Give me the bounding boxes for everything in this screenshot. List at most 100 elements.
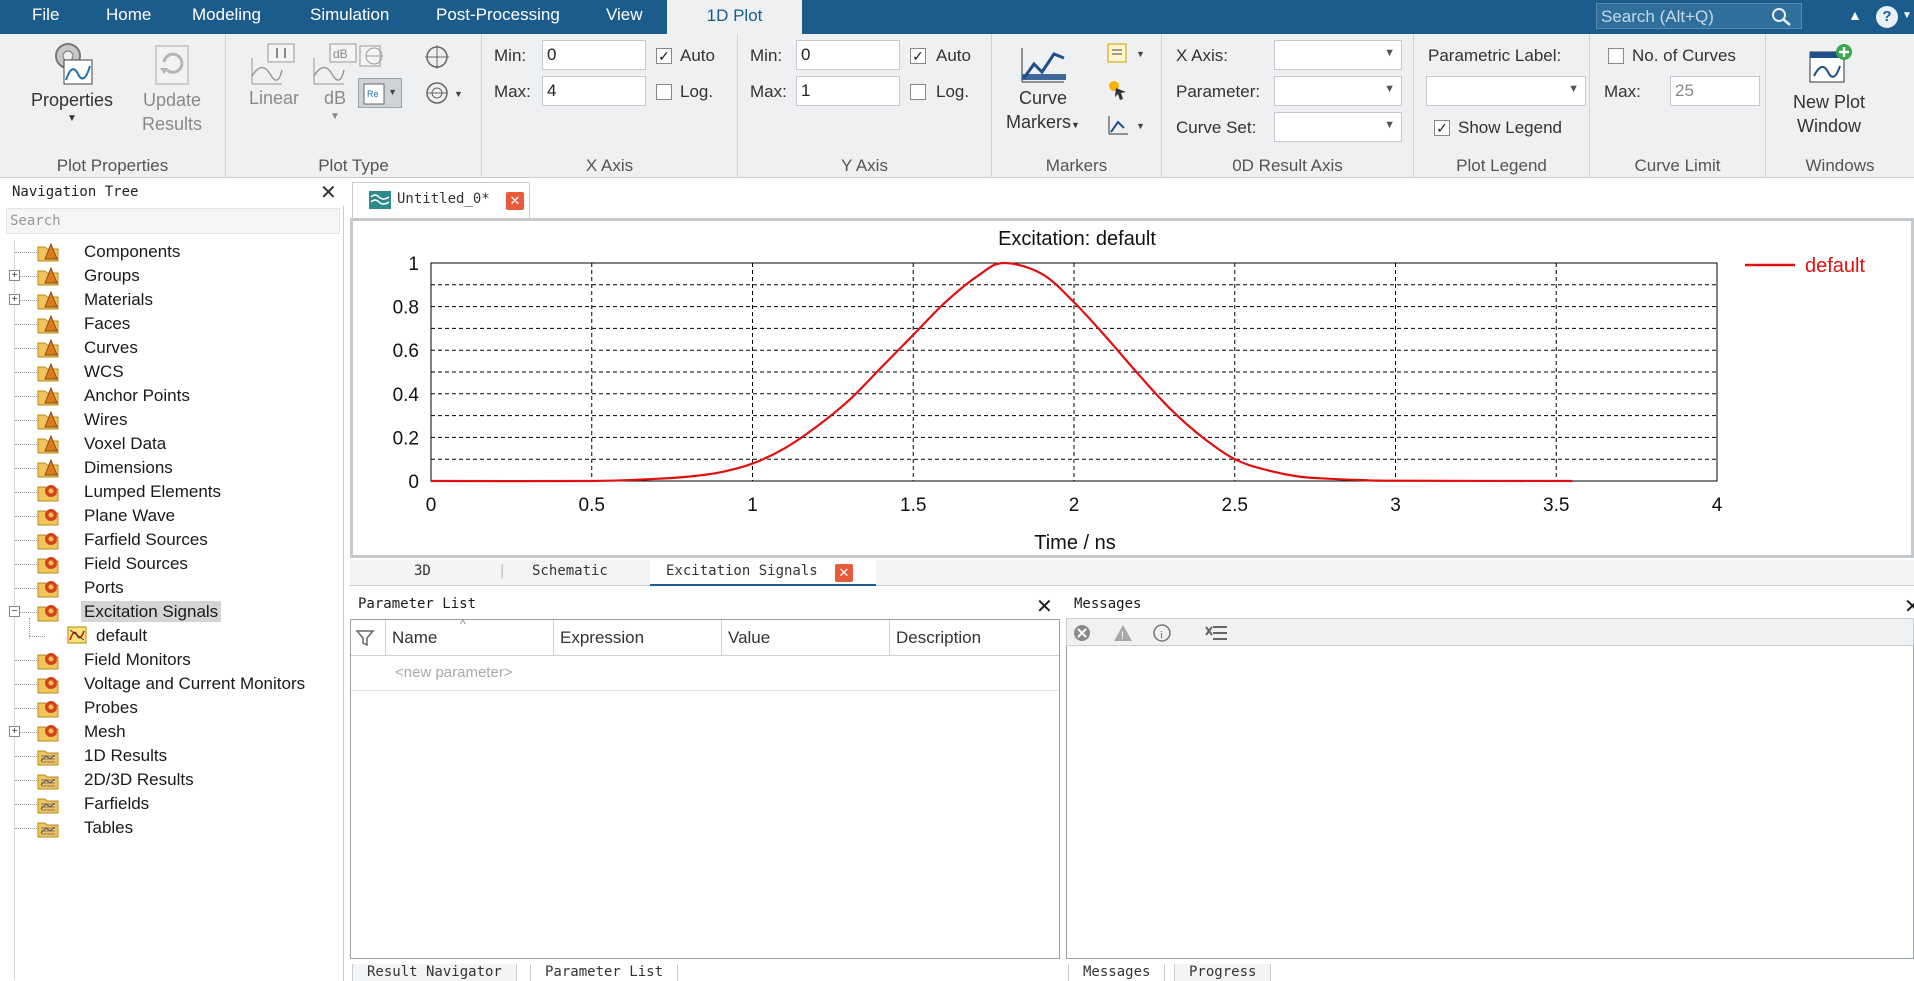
column-description[interactable]: Description: [889, 620, 1059, 656]
close-icon[interactable]: ✕: [835, 564, 853, 582]
curve-set-combo[interactable]: ▼: [1274, 112, 1402, 142]
menu-tab-post-processing[interactable]: Post-Processing: [426, 0, 570, 34]
parametric-label-combo[interactable]: ▼: [1426, 76, 1586, 106]
tab-parameter-list[interactable]: Parameter List: [530, 964, 679, 981]
x-max-input[interactable]: 4: [542, 76, 646, 106]
view-tab-bar: 3D | Schematic Excitation Signals ✕: [350, 560, 1914, 586]
tree-item-voxel-data[interactable]: Voxel Data: [37, 432, 169, 456]
y-max-input[interactable]: 1: [796, 76, 900, 106]
close-icon[interactable]: ✕: [320, 180, 337, 205]
polar-plot-icon[interactable]: [358, 44, 386, 70]
tree-item-excitation-signals[interactable]: Excitation Signals: [37, 600, 222, 624]
tree-item-lumped-elements[interactable]: Lumped Elements: [37, 480, 224, 504]
clear-messages-icon[interactable]: [1205, 624, 1229, 642]
y-log-checkbox[interactable]: [910, 84, 926, 100]
curve-max-input[interactable]: 25: [1670, 76, 1760, 106]
tree-item-mesh[interactable]: Mesh: [37, 720, 129, 744]
target-icon[interactable]: ▼: [424, 80, 464, 106]
parameter-table-header: Name ^ Expression Value Description: [351, 617, 1059, 656]
collapse-icon[interactable]: −: [9, 606, 20, 617]
help-icon[interactable]: ?: [1876, 6, 1898, 28]
tab-3d[interactable]: 3D: [414, 563, 431, 579]
properties-button[interactable]: Properties ▼: [20, 40, 124, 126]
menu-tab-modeling[interactable]: Modeling: [182, 0, 271, 34]
tab-result-navigator[interactable]: Result Navigator: [352, 964, 517, 981]
filter-icon[interactable]: [355, 628, 375, 648]
tab-messages[interactable]: Messages: [1068, 964, 1166, 981]
tree-item-anchor-points[interactable]: Anchor Points: [37, 384, 193, 408]
menu-tab-file[interactable]: File: [22, 0, 69, 34]
document-tab[interactable]: Untitled_0* ✕: [352, 182, 530, 218]
close-icon[interactable]: ✕: [1036, 594, 1053, 619]
tree-item-curves[interactable]: Curves: [37, 336, 141, 360]
column-expression[interactable]: Expression: [553, 620, 721, 656]
tab-schematic[interactable]: Schematic: [532, 563, 608, 579]
group-plot-type: Linear dB dB ▼ Re ▼ ▼ Plot Type: [226, 34, 482, 178]
expand-icon[interactable]: +: [9, 270, 20, 281]
tree-item-groups[interactable]: Groups: [37, 264, 143, 288]
tree-item-default[interactable]: default: [67, 624, 150, 648]
x-log-checkbox[interactable]: [656, 84, 672, 100]
tree-item-wcs[interactable]: WCS: [37, 360, 127, 384]
tree-item-1d-results[interactable]: 1D Results: [37, 744, 170, 768]
marker-table-icon[interactable]: ▼: [1106, 42, 1150, 66]
parameter-combo[interactable]: ▼: [1274, 76, 1402, 106]
axis-marker-icon[interactable]: ▼: [1106, 114, 1150, 138]
close-icon[interactable]: ✕: [506, 192, 524, 210]
navigation-tree-search-input[interactable]: Search: [6, 208, 340, 234]
info-filter-icon[interactable]: i: [1152, 623, 1172, 643]
warning-filter-icon[interactable]: !: [1112, 623, 1134, 643]
tree-item-materials[interactable]: Materials: [37, 288, 156, 312]
expand-icon[interactable]: +: [9, 294, 20, 305]
tab-excitation-signals[interactable]: Excitation Signals ✕: [650, 560, 876, 586]
tree-item-2d-3d-results[interactable]: 2D/3D Results: [37, 768, 197, 792]
tree-item-ports[interactable]: Ports: [37, 576, 127, 600]
search-icon[interactable]: [1771, 7, 1793, 27]
collapse-ribbon-icon[interactable]: ▲: [1848, 7, 1862, 23]
x-auto-checkbox[interactable]: ✓: [656, 48, 672, 64]
x-min-input[interactable]: 0: [542, 40, 646, 70]
folder-gear-icon: [37, 602, 59, 622]
tree-item-faces[interactable]: Faces: [37, 312, 133, 336]
menu-tab-view[interactable]: View: [596, 0, 653, 34]
no-of-curves-checkbox[interactable]: [1608, 48, 1624, 64]
show-legend-checkbox[interactable]: ✓: [1434, 120, 1450, 136]
new-plot-window-button[interactable]: New Plot Window: [1774, 42, 1884, 138]
tab-progress[interactable]: Progress: [1174, 964, 1272, 981]
chart-legend[interactable]: default: [1745, 255, 1865, 277]
tree-item-voltage-and-current-monitors[interactable]: Voltage and Current Monitors: [37, 672, 308, 696]
curve-markers-button[interactable]: Curve Markers▼: [1002, 44, 1084, 137]
search-box[interactable]: Search (Alt+Q): [1596, 3, 1802, 29]
update-results-button[interactable]: Update Results: [134, 40, 210, 136]
expand-icon[interactable]: +: [9, 726, 20, 737]
menu-tab-simulation[interactable]: Simulation: [300, 0, 399, 34]
help-dropdown-icon[interactable]: ▼: [1902, 10, 1912, 21]
smith-chart-button[interactable]: Re ▼: [358, 78, 402, 108]
menu-tab-1d-plot[interactable]: 1D Plot: [667, 0, 802, 34]
column-name[interactable]: Name ^: [385, 617, 553, 656]
column-value[interactable]: Value: [721, 620, 889, 656]
tree-item-farfields[interactable]: Farfields: [37, 792, 152, 816]
tree-item-wires[interactable]: Wires: [37, 408, 130, 432]
tree-item-farfield-sources[interactable]: Farfield Sources: [37, 528, 211, 552]
error-filter-icon[interactable]: [1072, 623, 1092, 643]
y-auto-checkbox[interactable]: ✓: [910, 48, 926, 64]
folder-cone-icon: [37, 434, 59, 454]
tree-item-plane-wave[interactable]: Plane Wave: [37, 504, 178, 528]
tree-item-probes[interactable]: Probes: [37, 696, 141, 720]
db-button[interactable]: dB dB ▼: [310, 42, 360, 124]
tree-item-components[interactable]: Components: [37, 240, 183, 264]
crosshair-icon[interactable]: [424, 44, 450, 70]
y-min-input[interactable]: 0: [796, 40, 900, 70]
new-parameter-row[interactable]: <new parameter>: [395, 664, 513, 681]
close-icon[interactable]: ✕: [1904, 594, 1914, 619]
linear-button[interactable]: Linear: [244, 42, 304, 110]
marker-pointer-icon[interactable]: [1106, 78, 1130, 102]
menu-tab-home[interactable]: Home: [96, 0, 161, 34]
tree-item-tables[interactable]: Tables: [37, 816, 136, 840]
x-axis-combo[interactable]: ▼: [1274, 40, 1402, 70]
tree-item-dimensions[interactable]: Dimensions: [37, 456, 176, 480]
tree-item-field-monitors[interactable]: Field Monitors: [37, 648, 194, 672]
tree-item-label: Ports: [84, 578, 124, 597]
tree-item-field-sources[interactable]: Field Sources: [37, 552, 191, 576]
